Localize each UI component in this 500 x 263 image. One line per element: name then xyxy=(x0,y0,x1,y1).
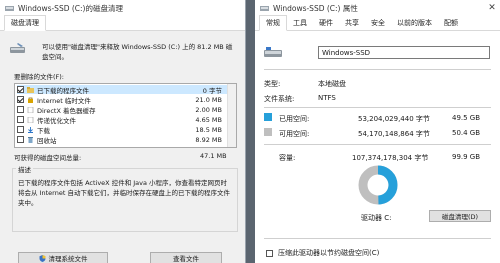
divider xyxy=(264,107,491,108)
item-name: DirectX 着色器缓存 xyxy=(37,106,96,115)
total-space-value: 47.1 MB xyxy=(200,152,227,160)
shield-icon xyxy=(39,254,45,262)
item-name: 已下载的程序文件 xyxy=(37,86,89,95)
tab-hardware[interactable]: 硬件 xyxy=(313,16,339,30)
tab-security[interactable]: 安全 xyxy=(365,16,391,30)
item-checkbox[interactable] xyxy=(17,86,24,93)
cleanup-intro-text: 可以使用"磁盘清理"来释放 Windows-SSD (C:) 上的 81.2 M… xyxy=(42,43,233,61)
free-space-label: 可用空间: xyxy=(279,130,310,138)
item-name: 回收站 xyxy=(37,136,57,145)
free-space-gb: 50.4 GB xyxy=(452,129,481,137)
properties-window-title: Windows-SSD (C:) 属性 xyxy=(273,3,358,13)
item-checkbox[interactable] xyxy=(17,126,24,133)
tab-quota[interactable]: 配额 xyxy=(438,16,464,30)
compress-drive-option[interactable]: 压缩此驱动器以节约磁盘空间(C) xyxy=(266,248,379,258)
used-space-label: 已用空间: xyxy=(279,115,310,123)
drive-large-icon xyxy=(264,47,282,57)
item-name: Internet 临时文件 xyxy=(37,96,91,105)
item-checkbox[interactable] xyxy=(17,116,24,123)
drive-name-value: Windows-SSD xyxy=(322,48,371,57)
free-space-bytes: 54,170,148,864 字节 xyxy=(358,130,430,138)
drive-letter-label: 驱动器 C: xyxy=(361,214,392,222)
list-item[interactable]: 已下载的程序文件 0 字节 xyxy=(17,85,234,95)
properties-tabbar: 常规 工具 硬件 共享 安全 以前的版本 配额 xyxy=(255,15,500,31)
folder-icon xyxy=(27,86,34,93)
files-to-delete-label: 要删除的文件(F): xyxy=(14,73,65,81)
clean-system-files-button[interactable]: 清理系统文件 xyxy=(18,252,108,263)
files-listbox[interactable]: 已下载的程序文件 0 字节 Internet 临时文件 21.0 MB Dire… xyxy=(14,83,237,148)
cleanup-window-title: Windows-SSD (C:)的磁盘清理 xyxy=(18,3,123,13)
item-checkbox[interactable] xyxy=(17,136,24,143)
view-files-button[interactable]: 查看文件 xyxy=(150,252,222,263)
lock-icon xyxy=(28,97,33,103)
filesystem-value: NTFS xyxy=(318,94,336,102)
type-value: 本地磁盘 xyxy=(318,80,346,88)
cleanup-titlebar: Windows-SSD (C:)的磁盘清理 xyxy=(0,0,245,16)
list-item[interactable]: 回收站 8.92 MB xyxy=(17,135,234,145)
tab-disk-cleanup[interactable]: 磁盘清理 xyxy=(4,15,46,31)
divider xyxy=(264,144,491,145)
type-label: 类型: xyxy=(264,80,281,88)
item-checkbox[interactable] xyxy=(17,96,24,103)
compress-checkbox[interactable] xyxy=(266,249,273,257)
tab-general[interactable]: 常规 xyxy=(259,15,287,31)
compress-label: 压缩此驱动器以节约磁盘空间(C) xyxy=(278,249,380,257)
drive-properties-window: Windows-SSD (C:) 属性 ✕ 常规 工具 硬件 共享 安全 以前的… xyxy=(255,0,500,263)
blank-file-icon xyxy=(27,116,34,123)
download-icon xyxy=(28,126,33,133)
drive-icon xyxy=(260,5,269,11)
description-label: 描述 xyxy=(16,164,33,174)
recycle-bin-icon xyxy=(28,136,33,143)
total-space-label: 可获得的磁盘空间总量: xyxy=(14,154,82,162)
list-scrollbar[interactable] xyxy=(227,84,236,147)
cleanup-tabbar: 磁盘清理 xyxy=(0,15,245,31)
usage-donut-chart xyxy=(358,165,398,205)
list-item[interactable]: Internet 临时文件 21.0 MB xyxy=(17,95,234,105)
item-name: 下载 xyxy=(37,126,50,135)
tab-tools[interactable]: 工具 xyxy=(287,16,313,30)
used-space-swatch xyxy=(264,113,272,121)
tab-previous-versions[interactable]: 以前的版本 xyxy=(391,16,438,30)
capacity-gb: 99.9 GB xyxy=(452,153,481,161)
clean-system-files-label: 清理系统文件 xyxy=(48,255,88,263)
divider xyxy=(264,69,491,70)
item-checkbox[interactable] xyxy=(17,106,24,113)
blank-file-icon xyxy=(27,106,34,113)
free-space-swatch xyxy=(264,128,272,136)
divider xyxy=(264,238,491,239)
tab-sharing[interactable]: 共享 xyxy=(339,16,365,30)
drive-name-field[interactable]: Windows-SSD xyxy=(318,46,490,59)
capacity-label: 容量: xyxy=(279,154,296,162)
properties-titlebar: Windows-SSD (C:) 属性 ✕ xyxy=(255,0,500,16)
disk-cleanup-icon xyxy=(5,5,14,11)
filesystem-label: 文件系统: xyxy=(264,95,295,103)
used-space-gb: 49.5 GB xyxy=(452,114,481,122)
item-name: 传递优化文件 xyxy=(37,116,76,125)
list-item[interactable]: 下载 18.5 MB xyxy=(17,125,234,135)
disk-cleanup-window: Windows-SSD (C:)的磁盘清理 磁盘清理 可以使用"磁盘清理"来释放… xyxy=(0,0,246,263)
drive-cleanup-icon xyxy=(10,43,25,53)
list-item[interactable]: 传递优化文件 4.65 MB xyxy=(17,115,234,125)
disk-cleanup-label: 磁盘清理(D) xyxy=(441,213,479,221)
close-icon[interactable]: ✕ xyxy=(484,3,500,13)
capacity-bytes: 107,374,178,304 字节 xyxy=(352,154,429,162)
disk-cleanup-button[interactable]: 磁盘清理(D) xyxy=(429,210,491,222)
used-space-bytes: 53,204,029,440 字节 xyxy=(358,115,430,123)
view-files-label: 查看文件 xyxy=(173,255,199,263)
description-text: 已下载的程序文件包括 ActiveX 控件和 Java 小程序，你查看特定网页时… xyxy=(18,179,230,207)
list-item[interactable]: DirectX 着色器缓存 2.00 MB xyxy=(17,105,234,115)
